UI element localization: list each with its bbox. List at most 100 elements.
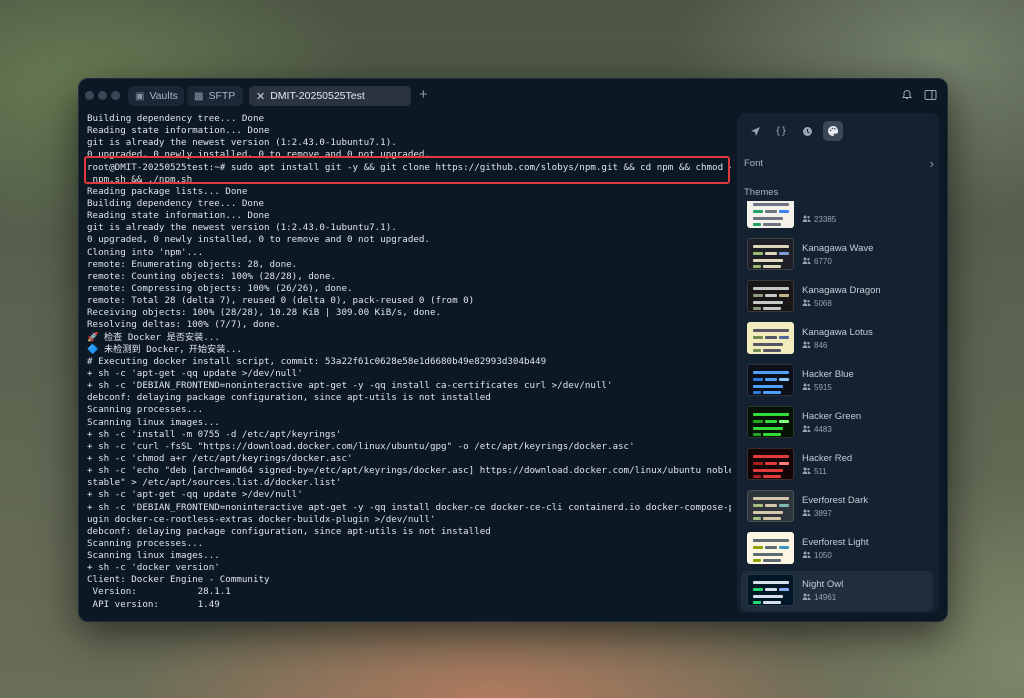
swatch-bar (763, 349, 781, 352)
rocket-icon[interactable] (745, 121, 765, 141)
terminal-line: Reading state information... Done (87, 125, 270, 137)
swatch-bar (765, 420, 777, 423)
theme-item[interactable]: Kanagawa Dragon 5068 (741, 277, 933, 317)
users-icon (802, 551, 811, 560)
swatch-bar (765, 588, 777, 591)
theme-preview-swatch (747, 490, 794, 522)
swatch-bar (753, 265, 761, 268)
swatch-bar (779, 588, 789, 591)
font-setting-row[interactable]: Font › (744, 153, 934, 173)
swatch-bar (753, 497, 789, 500)
swatch-bar (753, 252, 763, 255)
swatch-bar (753, 210, 763, 213)
terminal-line: 🚀 检查 Docker 是否安装... (87, 331, 220, 343)
swatch-bar (765, 504, 777, 507)
theme-name: Hacker Red (802, 453, 853, 464)
tab-sftp[interactable]: ▩ SFTP (187, 86, 243, 106)
theme-user-count: 5068 (802, 299, 832, 308)
swatch-bar (763, 307, 781, 310)
theme-user-count: 511 (802, 467, 827, 476)
users-icon (802, 425, 811, 434)
terminal-output[interactable]: Building dependency tree... Done Reading … (87, 113, 731, 619)
theme-user-count: 5915 (802, 383, 832, 392)
swatch-bar (765, 378, 777, 381)
swatch-bar (779, 336, 789, 339)
theme-count-value: 511 (814, 467, 827, 476)
palette-icon[interactable] (823, 121, 843, 141)
terminal-line: Building dependency tree... Done (87, 113, 265, 124)
swatch-bar (779, 462, 789, 465)
swatch-bar (763, 601, 781, 604)
terminal-line: API version: 1.49 (87, 598, 220, 610)
swatch-bar (765, 462, 777, 465)
swatch-bar (753, 553, 783, 556)
swatch-bar (753, 391, 761, 394)
window-minimize-dot[interactable] (98, 91, 107, 100)
terminal-line: Cloning into 'npm'... (87, 246, 204, 258)
users-icon (802, 341, 811, 350)
swatch-bar (763, 433, 781, 436)
tab-vaults[interactable]: ▣ Vaults (128, 86, 184, 106)
history-icon[interactable] (797, 121, 817, 141)
window-close-dot[interactable] (85, 91, 94, 100)
theme-preview-swatch (747, 406, 794, 438)
swatch-bar (753, 329, 789, 332)
swatch-bar (753, 385, 783, 388)
terminal-line: Reading state information... Done (87, 210, 270, 222)
terminal-line: + sh -c 'echo "deb [arch=amd64 signed-by… (87, 465, 731, 477)
swatch-bar (753, 546, 763, 549)
theme-preview-swatch (747, 201, 794, 228)
terminal-line: npm.sh && ./npm.sh (87, 173, 193, 185)
theme-item[interactable]: Everforest Light 1050 (741, 529, 933, 569)
code-braces-icon[interactable]: {} (771, 121, 791, 141)
theme-name: Hacker Green (802, 411, 862, 422)
swatch-bar (763, 391, 781, 394)
tab-dmit-20250525test[interactable]: ✕ DMIT-20250525Test (249, 86, 411, 106)
swatch-bar (753, 203, 789, 206)
theme-count-value: 3897 (814, 509, 832, 518)
swatch-bar (753, 511, 783, 514)
terminal-line: 🔷 未检测到 Docker，开始安装... (87, 343, 242, 355)
terminal-line: Resolving deltas: 100% (7/7), done. (87, 319, 281, 331)
theme-item[interactable]: Kanagawa Wave 6770 (741, 235, 933, 275)
theme-preview-swatch (747, 238, 794, 270)
users-icon (802, 467, 811, 476)
swatch-bar (753, 559, 761, 562)
theme-item[interactable]: Night Owl 14961 (741, 571, 933, 611)
theme-count-value: 23385 (814, 215, 837, 224)
swatch-bar (753, 217, 783, 220)
theme-list[interactable]: 23385 Kanagawa Wave 6770 Kanagawa Dragon 506… (737, 201, 939, 613)
theme-count-value: 4483 (814, 425, 832, 434)
theme-preview-swatch (747, 280, 794, 312)
swatch-bar (765, 336, 777, 339)
new-tab-button[interactable]: + (419, 87, 428, 103)
swatch-bar (753, 588, 763, 591)
theme-user-count: 14961 (802, 593, 836, 602)
sidebar-toggle-icon[interactable] (924, 89, 937, 104)
terminal-line: + sh -c 'curl -fsSL "https://download.do… (87, 440, 635, 452)
close-icon[interactable]: ✕ (256, 90, 265, 103)
terminal-line: 0 upgraded, 0 newly installed, 0 to remo… (87, 149, 430, 161)
theme-item[interactable]: Hacker Green 4483 (741, 403, 933, 443)
theme-name: Night Owl (802, 579, 844, 590)
theme-item[interactable]: 23385 (741, 201, 933, 233)
swatch-bar (753, 455, 789, 458)
window-zoom-dot[interactable] (111, 91, 120, 100)
swatch-bar (779, 546, 789, 549)
swatch-bar (765, 294, 777, 297)
terminal-window: ▣ Vaults ▩ SFTP ✕ DMIT-20250525Test + Bu… (78, 78, 948, 622)
font-label: Font (744, 157, 764, 169)
theme-count-value: 14961 (814, 593, 837, 602)
swatch-bar (753, 287, 789, 290)
terminal-line: Scanning processes... (87, 404, 204, 416)
theme-count-value: 846 (814, 341, 828, 350)
theme-preview-swatch (747, 364, 794, 396)
terminal-line: root@DMIT-20250525test:~# sudo apt insta… (87, 161, 731, 173)
theme-item[interactable]: Hacker Red 511 (741, 445, 933, 485)
theme-item[interactable]: Hacker Blue 5915 (741, 361, 933, 401)
terminal-line: git is already the newest version (1:2.4… (87, 137, 397, 149)
theme-item[interactable]: Kanagawa Lotus 846 (741, 319, 933, 359)
swatch-bar (753, 581, 789, 584)
bell-icon[interactable] (901, 89, 913, 104)
theme-item[interactable]: Everforest Dark 3897 (741, 487, 933, 527)
